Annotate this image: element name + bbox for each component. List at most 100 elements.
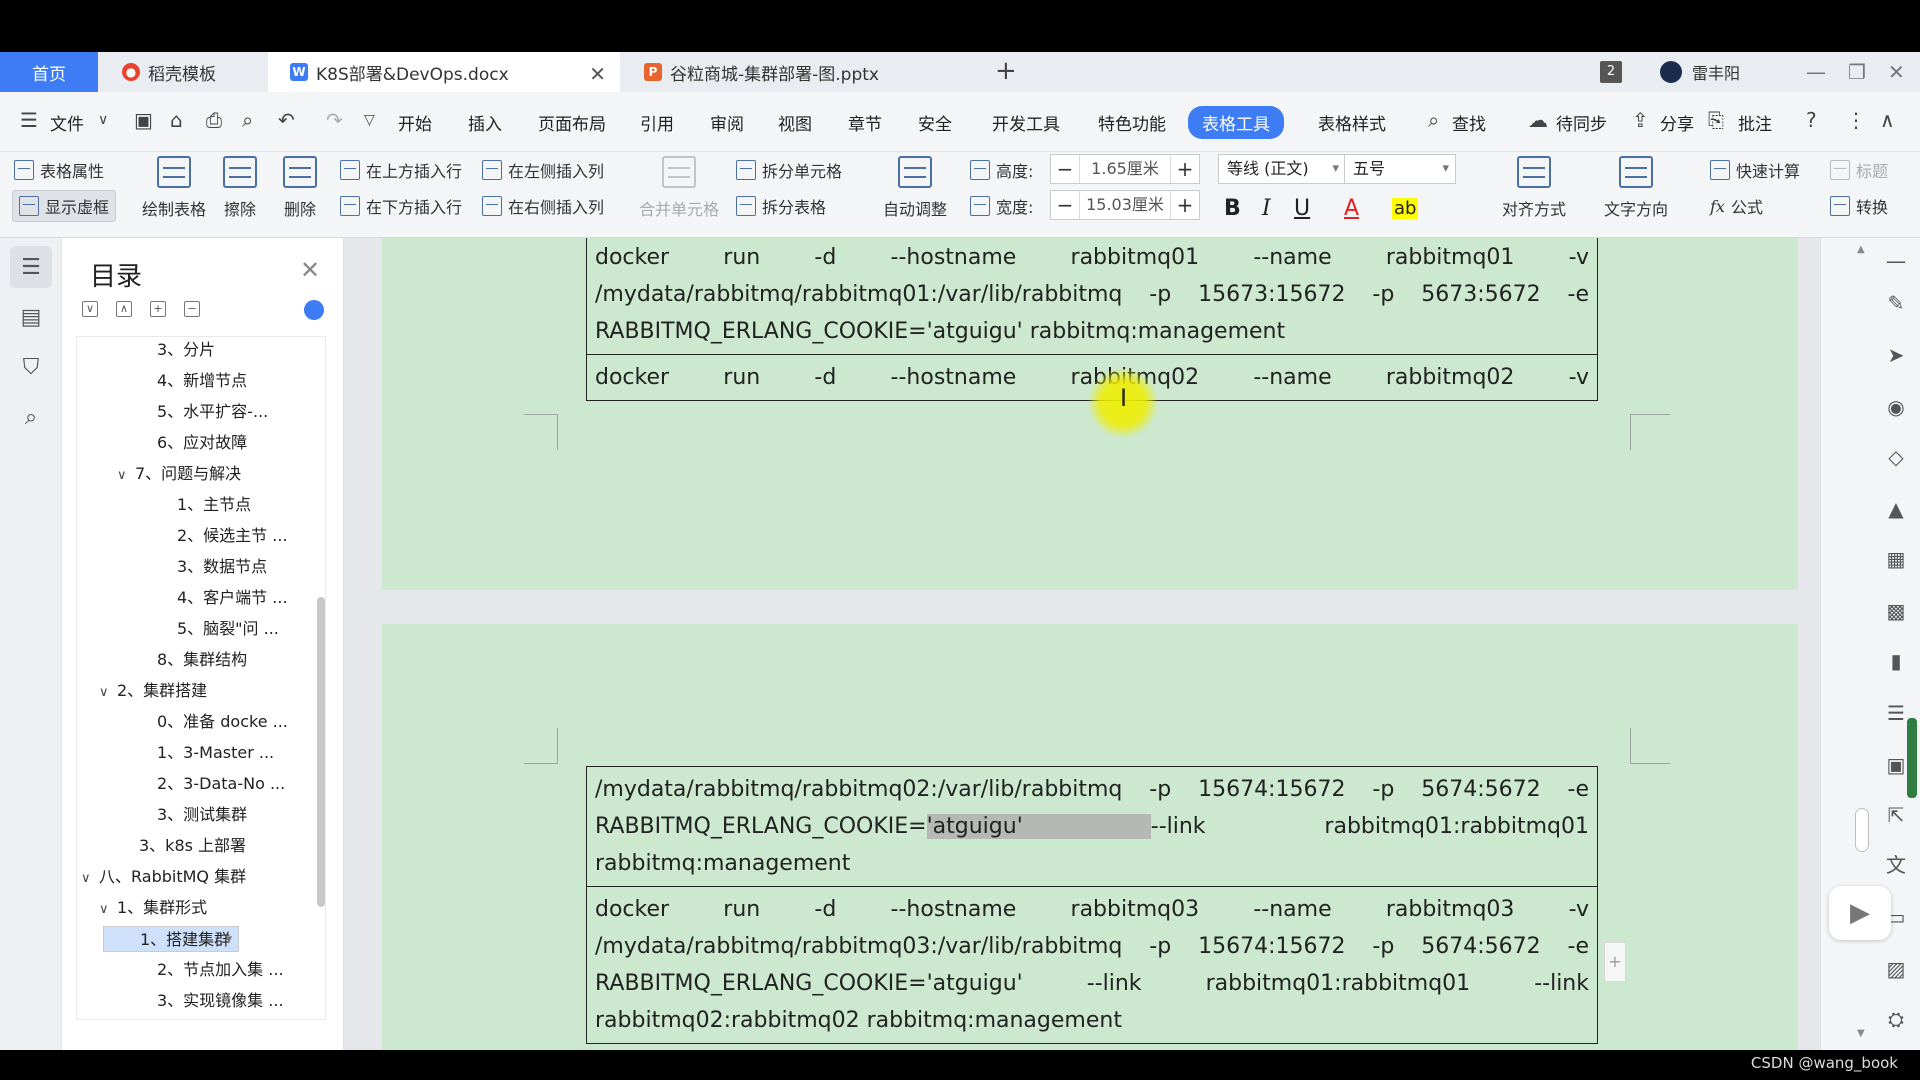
menu-table-tools[interactable]: 表格工具 xyxy=(1188,106,1284,139)
draw-table-button[interactable]: 绘制表格 xyxy=(138,156,210,220)
translate-icon[interactable]: 文 xyxy=(1883,852,1909,878)
delete-button[interactable]: 删除 xyxy=(264,156,336,220)
toc-item[interactable]: 8、集群结构 xyxy=(139,647,247,673)
toc-scrollbar[interactable] xyxy=(317,597,325,907)
scroll-up-icon[interactable]: ▲ xyxy=(1857,244,1865,255)
styles-icon[interactable]: ▲ xyxy=(1883,496,1909,522)
table-cell[interactable]: docker run -d --hostname rabbitmq01 --na… xyxy=(586,238,1598,355)
toc-item[interactable]: 1、3-Master ... xyxy=(139,740,274,766)
toc-item[interactable]: 1、主节点 xyxy=(159,492,251,518)
collapse-panel-icon[interactable]: — xyxy=(1883,248,1909,274)
search-icon[interactable]: ⌕ xyxy=(1428,108,1439,132)
menu-page-layout[interactable]: 页面布局 xyxy=(538,110,606,135)
insert-row-above-button[interactable]: 在上方插入行 xyxy=(340,158,462,182)
toc-item[interactable]: 3、数据节点 xyxy=(159,554,267,580)
menu-comment[interactable]: 批注 xyxy=(1738,110,1772,135)
save-icon[interactable]: ▣ xyxy=(134,108,153,132)
collapse-ribbon-icon[interactable]: ∧ xyxy=(1880,108,1895,132)
toc-list-icon[interactable]: ☰ xyxy=(10,246,52,288)
toc-item[interactable]: ∨ 2、集群搭建 xyxy=(99,678,207,704)
close-icon[interactable]: ✕ xyxy=(300,256,320,284)
menu-view[interactable]: 视图 xyxy=(778,110,812,135)
chevron-down-icon[interactable]: ∨ xyxy=(99,680,117,706)
convert-button[interactable]: 转换 xyxy=(1830,194,1888,218)
print-icon[interactable]: ⎙ xyxy=(206,108,222,132)
comment-icon[interactable]: ⎘ xyxy=(1708,108,1724,132)
toc-item[interactable]: 0、准备 docke ... xyxy=(139,709,288,735)
toc-item[interactable]: 3、实现镜像集 ... xyxy=(139,988,284,1014)
scroll-thumb[interactable] xyxy=(1855,808,1869,852)
print-preview-icon[interactable]: ⌕ xyxy=(242,108,253,132)
window-count[interactable]: 2 xyxy=(1600,52,1622,92)
menu-references[interactable]: 引用 xyxy=(640,110,674,135)
quick-calc-button[interactable]: 快速计算 xyxy=(1710,158,1800,182)
table-cell[interactable]: docker run -d --hostname rabbitmq03 --na… xyxy=(586,886,1598,1044)
undo-icon[interactable]: ↶ xyxy=(278,108,295,132)
plus-icon[interactable]: + xyxy=(1171,193,1199,217)
menu-chapter[interactable]: 章节 xyxy=(848,110,882,135)
table-grid-icon[interactable]: ▦ xyxy=(1883,546,1909,572)
picture-icon[interactable]: ▨ xyxy=(1883,956,1909,982)
expand-all-icon[interactable]: ∧ xyxy=(116,301,132,317)
italic-icon[interactable]: I xyxy=(1262,196,1271,221)
restore-icon[interactable]: ❐ xyxy=(1848,60,1866,84)
toc-item[interactable]: ∨ 八、RabbitMQ 集群 xyxy=(81,864,246,890)
formula-button[interactable]: fx 公式 xyxy=(1710,194,1763,218)
apps-icon[interactable]: ▩ xyxy=(1883,598,1909,624)
remove-heading-icon[interactable]: − xyxy=(184,301,200,317)
toc-item[interactable]: 5、水平扩容-... xyxy=(139,399,268,425)
select-cursor-icon[interactable]: ➤ xyxy=(1883,342,1909,368)
toc-item[interactable]: 2、节点加入集 ... xyxy=(139,957,284,983)
pen-icon[interactable]: ✎ xyxy=(1883,290,1909,316)
menu-special[interactable]: 特色功能 xyxy=(1098,110,1166,135)
minus-icon[interactable]: − xyxy=(1051,193,1079,217)
play-icon[interactable]: ▶ xyxy=(1829,886,1891,940)
toc-item[interactable]: ∨ 1、集群形式 xyxy=(99,895,207,921)
tab-home[interactable]: 首页 xyxy=(0,52,98,92)
width-value[interactable]: 15.03厘米 xyxy=(1079,191,1171,219)
image-icon[interactable]: ▣ xyxy=(1883,752,1909,778)
toc-sync-icon[interactable] xyxy=(304,300,324,320)
plus-icon[interactable]: + xyxy=(1171,157,1199,181)
split-table-button[interactable]: 拆分表格 xyxy=(736,194,826,218)
minus-icon[interactable]: − xyxy=(1051,157,1079,181)
highlight-icon[interactable]: ab xyxy=(1392,198,1419,219)
toc-item[interactable]: 4、新增节点 xyxy=(139,368,247,394)
height-spinner[interactable]: − 1.65厘米 + xyxy=(1050,154,1200,184)
page-thumbnails-icon[interactable]: ▤ xyxy=(10,296,52,338)
insert-row-below-button[interactable]: 在下方插入行 xyxy=(340,194,462,218)
chevron-down-icon[interactable]: ∨ xyxy=(117,463,135,489)
toc-item[interactable]: 2、候选主节 ... xyxy=(159,523,288,549)
menu-developer[interactable]: 开发工具 xyxy=(992,110,1060,135)
format-painter-icon[interactable]: ⌂ xyxy=(170,108,183,132)
location-icon[interactable]: ◉ xyxy=(1883,394,1909,420)
toc-item[interactable]: 2、3-Data-No ... xyxy=(139,771,285,797)
selected-text[interactable]: 'atguigu' xyxy=(926,814,1151,839)
collapse-all-icon[interactable]: ∨ xyxy=(82,301,98,317)
bold-icon[interactable]: B xyxy=(1224,196,1241,221)
chevron-down-icon[interactable]: ∨ xyxy=(99,897,117,923)
chevron-down-icon[interactable]: ∨ xyxy=(81,866,99,892)
user-account[interactable]: 雷丰阳 xyxy=(1660,52,1740,92)
font-size-select[interactable]: 五号 xyxy=(1344,154,1456,184)
font-name-select[interactable]: 等线 (正文) xyxy=(1218,154,1346,184)
auto-fit-button[interactable]: 自动调整 xyxy=(874,156,956,220)
height-value[interactable]: 1.65厘米 xyxy=(1079,155,1171,183)
insert-col-left-button[interactable]: 在左侧插入列 xyxy=(482,158,604,182)
bookmark-icon[interactable]: ⛉ xyxy=(10,346,52,388)
table-cell[interactable]: /mydata/rabbitmq/rabbitmq02:/var/lib/rab… xyxy=(586,766,1598,887)
tab-template[interactable]: ● 稻壳模板 xyxy=(100,52,266,92)
text-direction-button[interactable]: 文字方向 xyxy=(1592,156,1680,220)
help-icon[interactable]: ? xyxy=(1806,108,1817,132)
toc-item[interactable]: 3、分片 xyxy=(139,337,215,363)
shapes-icon[interactable]: ◇ xyxy=(1883,444,1909,470)
title-row-button[interactable]: 标题 xyxy=(1830,158,1888,182)
menu-sync[interactable]: 待同步 xyxy=(1556,110,1607,135)
width-spinner[interactable]: − 15.03厘米 + xyxy=(1050,190,1200,220)
menu-search[interactable]: 查找 xyxy=(1452,110,1486,135)
menu-security[interactable]: 安全 xyxy=(918,110,952,135)
minimize-icon[interactable]: — xyxy=(1806,60,1826,84)
hamburger-icon[interactable]: ☰ xyxy=(20,108,38,132)
find-icon[interactable]: ⌕ xyxy=(10,396,52,438)
align-button[interactable]: 对齐方式 xyxy=(1490,156,1578,220)
